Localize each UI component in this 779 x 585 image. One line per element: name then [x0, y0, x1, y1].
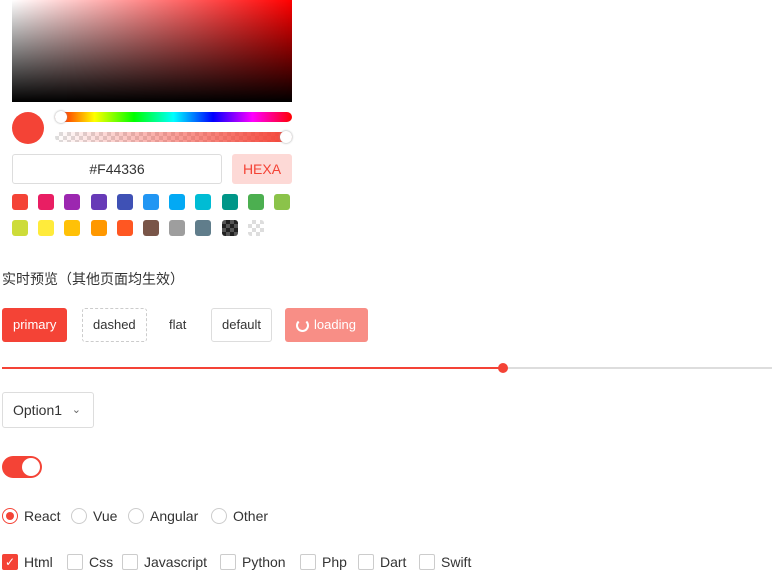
- color-swatch[interactable]: [38, 220, 55, 236]
- radio-circle[interactable]: [71, 508, 87, 524]
- checkbox-box[interactable]: [122, 554, 138, 570]
- option-select[interactable]: Option1 ⌄: [2, 392, 94, 428]
- toggle-switch[interactable]: [2, 456, 42, 478]
- color-swatch[interactable]: [116, 220, 133, 236]
- checkbox-python[interactable]: Python: [220, 554, 286, 570]
- checkbox-dart[interactable]: Dart: [358, 554, 406, 570]
- radio-label: Vue: [93, 508, 118, 524]
- slider-handle[interactable]: [497, 363, 508, 373]
- color-swatch[interactable]: [221, 194, 238, 210]
- checkbox-label: Html: [24, 554, 53, 570]
- color-swatch[interactable]: [274, 194, 290, 210]
- dashed-button[interactable]: dashed: [82, 308, 147, 342]
- checkbox-label: Python: [242, 554, 286, 570]
- radio-other[interactable]: Other: [211, 508, 268, 524]
- color-swatch[interactable]: [12, 220, 28, 236]
- color-swatch[interactable]: [38, 194, 55, 210]
- color-swatch[interactable]: [12, 194, 28, 210]
- radio-vue[interactable]: Vue: [71, 508, 117, 524]
- radio-label: React: [24, 508, 61, 524]
- default-button[interactable]: default: [211, 308, 273, 342]
- hue-slider[interactable]: [55, 111, 292, 123]
- color-swatch[interactable]: [90, 220, 107, 236]
- checkbox-html[interactable]: ✓ Html: [2, 554, 53, 570]
- color-swatch[interactable]: [247, 194, 264, 210]
- checkbox-label: Css: [89, 554, 114, 570]
- alpha-slider[interactable]: [55, 131, 292, 143]
- flat-button[interactable]: flat: [158, 308, 197, 342]
- spinner-icon: [296, 319, 309, 332]
- checkbox-javascript[interactable]: Javascript: [122, 554, 207, 570]
- radio-react[interactable]: React: [2, 508, 61, 524]
- color-swatch[interactable]: [143, 220, 159, 236]
- chevron-down-icon: ⌄: [71, 404, 81, 416]
- radio-circle[interactable]: [211, 508, 227, 524]
- color-swatch[interactable]: [64, 194, 81, 210]
- checkbox-box[interactable]: [300, 554, 316, 570]
- color-swatch[interactable]: [169, 220, 186, 236]
- slider-fill: [2, 367, 503, 369]
- radio-circle[interactable]: [2, 508, 18, 524]
- select-value: Option1: [13, 402, 63, 418]
- checkbox-box[interactable]: [358, 554, 374, 570]
- checkbox-box[interactable]: [67, 554, 83, 570]
- radio-circle[interactable]: [128, 508, 144, 524]
- alpha-thumb[interactable]: [280, 131, 292, 143]
- loading-label: loading: [314, 317, 356, 332]
- checkbox-php[interactable]: Php: [300, 554, 347, 570]
- checkbox-css[interactable]: Css: [67, 554, 113, 570]
- checkbox-label: Dart: [380, 554, 407, 570]
- color-swatch[interactable]: [247, 220, 264, 236]
- preview-title: 实时预览（其他页面均生效）: [2, 271, 184, 287]
- color-swatch[interactable]: [195, 194, 212, 210]
- radio-label: Angular: [150, 508, 199, 524]
- hue-thumb[interactable]: [55, 111, 67, 123]
- saturation-value-panel[interactable]: [12, 0, 292, 102]
- color-swatch[interactable]: [195, 220, 212, 236]
- checkbox-box[interactable]: [220, 554, 236, 570]
- color-swatch[interactable]: [116, 194, 133, 210]
- color-swatch[interactable]: [169, 194, 186, 210]
- switch-knob: [22, 458, 40, 476]
- radio-angular[interactable]: Angular: [128, 508, 198, 524]
- color-swatch[interactable]: [221, 220, 238, 236]
- hex-input[interactable]: #F44336: [12, 154, 222, 184]
- color-swatch[interactable]: [90, 194, 107, 210]
- checkbox-label: Javascript: [144, 554, 208, 570]
- primary-button[interactable]: primary: [2, 308, 68, 342]
- checkbox-box[interactable]: [419, 554, 435, 570]
- checkbox-swift[interactable]: Swift: [419, 554, 471, 570]
- loading-button[interactable]: loading: [285, 308, 368, 342]
- checkbox-box[interactable]: ✓: [2, 554, 18, 570]
- radio-label: Other: [233, 508, 269, 524]
- color-swatch[interactable]: [143, 194, 159, 210]
- current-color-preview: [12, 112, 44, 144]
- color-mode-button[interactable]: HEXA: [232, 154, 292, 184]
- checkbox-label: Php: [322, 554, 347, 570]
- checkbox-label: Swift: [441, 554, 472, 570]
- color-swatch[interactable]: [64, 220, 81, 236]
